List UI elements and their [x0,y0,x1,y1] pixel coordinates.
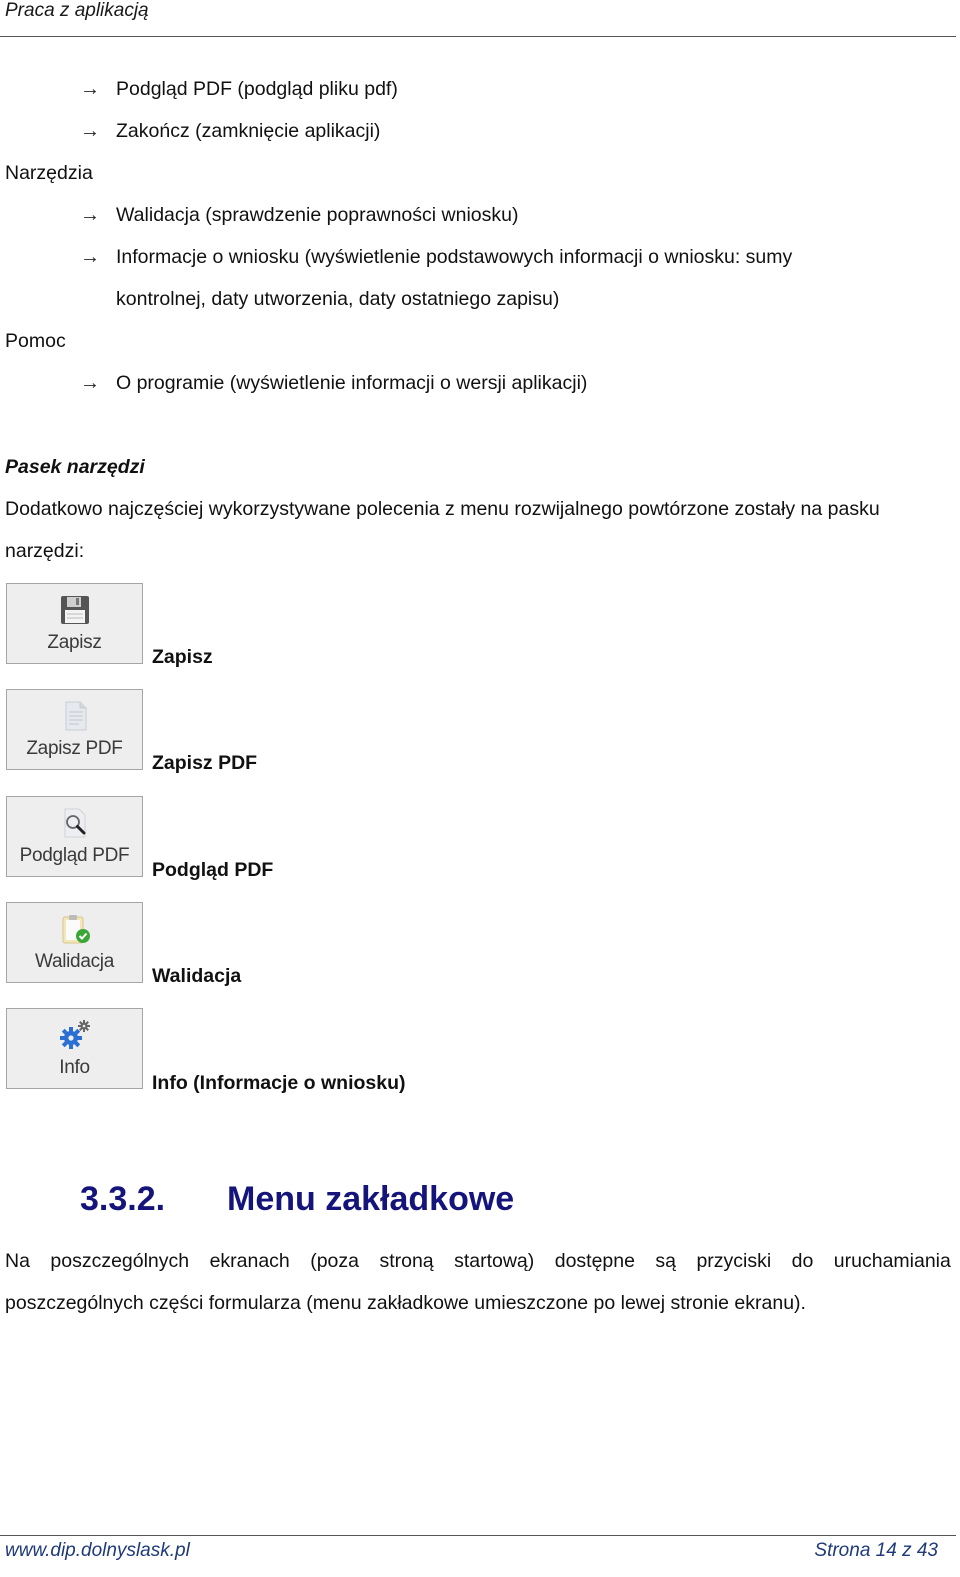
arrow-bullet-icon: → [80,204,100,226]
validation-button[interactable]: Walidacja [6,902,143,983]
validation-button-label: Walidacja [35,951,114,972]
arrow-bullet-icon: → [80,246,100,268]
save-button[interactable]: Zapisz [6,583,143,664]
running-header-title: Praca z aplikacją [5,0,149,21]
arrow-bullet-icon: → [80,372,100,394]
validation-button-caption: Walidacja [152,965,242,987]
info-button-caption: Info (Informacje o wniosku) [152,1072,406,1094]
info-button-label: Info [59,1057,90,1078]
toolbar-intro-line-1: Dodatkowo najczęściej wykorzystywane pol… [5,498,880,520]
word: stroną [379,1250,434,1272]
menu-item-info: Informacje o wniosku (wyświetlenie podst… [116,246,793,268]
word: uruchamiania [833,1250,951,1272]
preview-pdf-button[interactable]: Podgląd PDF [6,796,143,877]
word: poszczególnych [50,1250,190,1272]
section-paragraph-line-2: poszczególnych części formularza (menu z… [5,1292,806,1314]
footer-website-link[interactable]: www.dip.dolnyslask.pl [5,1540,190,1562]
word: dostępne [554,1250,635,1272]
arrow-bullet-icon: → [80,120,100,142]
footer-page-number: Strona 14 z 43 [814,1540,938,1561]
arrow-bullet-icon: → [80,78,100,100]
section-number: 3.3.2. [80,1180,166,1218]
word: są [655,1250,677,1272]
word: ekranach [209,1250,290,1272]
save-button-caption: Zapisz [152,646,213,668]
section-paragraph-line-1: Na poszczególnych ekranach (poza stroną … [5,1250,951,1273]
magnifier-document-icon [57,805,93,841]
section-title: Menu zakładkowe [227,1180,515,1218]
save-pdf-button-caption: Zapisz PDF [152,752,258,774]
gears-icon [57,1017,93,1053]
menu-item-about: O programie (wyświetlenie informacji o w… [116,372,588,394]
toolbar-intro-line-2: narzędzi: [5,540,85,562]
info-button[interactable]: Info [6,1008,143,1089]
document-icon [57,698,93,734]
word: do [791,1250,814,1272]
clipboard-check-icon [57,911,93,947]
save-button-label: Zapisz [47,632,102,653]
menu-item-pdf-preview: Podgląd PDF (podgląd pliku pdf) [116,78,398,100]
preview-pdf-button-caption: Podgląd PDF [152,859,274,881]
word: Na [5,1250,30,1272]
floppy-disk-icon [57,592,93,628]
menu-group-help: Pomoc [5,330,66,352]
save-pdf-button-label: Zapisz PDF [26,738,123,759]
menu-item-exit: Zakończ (zamknięcie aplikacji) [116,120,381,142]
word: (poza [310,1250,359,1272]
toolbar-subheading: Pasek narzędzi [5,456,145,478]
menu-item-info-continued: kontrolnej, daty utworzenia, daty ostatn… [116,288,560,310]
save-pdf-button[interactable]: Zapisz PDF [6,689,143,770]
menu-group-tools: Narzędzia [5,162,93,184]
preview-pdf-button-label: Podgląd PDF [19,845,130,866]
header-divider [0,36,956,37]
footer-divider [0,1535,956,1536]
word: przyciski [696,1250,772,1272]
word: startową) [454,1250,535,1272]
menu-item-validation: Walidacja (sprawdzenie poprawności wnios… [116,204,519,226]
